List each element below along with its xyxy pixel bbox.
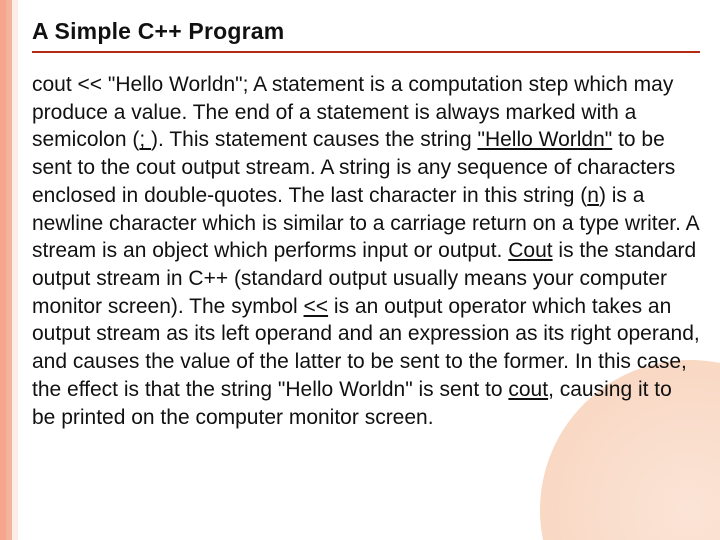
hello-string-underlined: "Hello Worldn"	[477, 128, 612, 151]
operator-underlined: <<	[304, 295, 329, 318]
slide-content: A Simple C++ Program cout << "Hello Worl…	[0, 0, 720, 451]
cout-underlined-2: cout	[508, 378, 548, 401]
slide-title: A Simple C++ Program	[32, 18, 700, 53]
code-statement: cout << "Hello Worldn";	[32, 73, 248, 96]
slide-body: cout << "Hello Worldn"; A statement is a…	[32, 71, 700, 431]
newline-underlined: n	[587, 184, 599, 207]
cout-underlined-1: Cout	[508, 239, 552, 262]
semicolon-underlined: ;	[139, 128, 151, 151]
text-2: ). This statement causes the string	[151, 128, 477, 151]
